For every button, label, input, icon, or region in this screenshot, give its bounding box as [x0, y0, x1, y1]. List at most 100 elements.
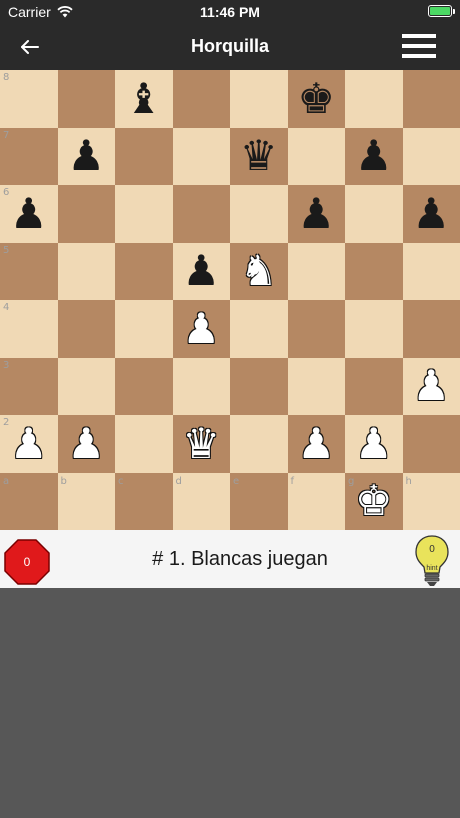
square-f5[interactable] [287, 242, 345, 300]
square-a3[interactable]: 3 [0, 357, 58, 415]
square-d2[interactable]: ♛ [172, 415, 231, 473]
rank-label: 8 [3, 72, 10, 83]
square-b4[interactable] [57, 300, 115, 358]
white-pawn-piece[interactable]: ♟ [173, 300, 231, 358]
square-h2[interactable] [402, 415, 460, 473]
white-king-piece[interactable]: ♚ [345, 473, 403, 531]
square-g6[interactable] [345, 185, 403, 243]
square-f8[interactable]: ♚ [287, 70, 346, 128]
white-queen-piece[interactable]: ♛ [173, 415, 231, 473]
square-h8[interactable] [402, 70, 460, 128]
black-pawn-piece[interactable]: ♟ [173, 243, 231, 301]
lightbulb-icon [415, 535, 449, 586]
square-a4[interactable]: 4 [0, 300, 58, 358]
square-a6[interactable]: 6 ♟ [0, 185, 58, 243]
square-d5[interactable]: ♟ [172, 242, 231, 301]
square-e6[interactable] [230, 185, 288, 243]
square-f4[interactable] [287, 300, 345, 358]
square-c7[interactable] [115, 127, 173, 185]
square-d3[interactable] [172, 357, 230, 415]
square-h3[interactable]: ♟ [402, 357, 460, 416]
square-b2[interactable]: ♟ [57, 415, 116, 473]
square-b8[interactable] [57, 70, 115, 128]
square-e5[interactable]: ♞ [230, 242, 288, 301]
black-pawn-piece[interactable]: ♟ [58, 128, 116, 186]
square-g7[interactable]: ♟ [345, 127, 403, 186]
white-pawn-piece[interactable]: ♟ [345, 415, 403, 473]
square-d8[interactable] [172, 70, 230, 128]
square-d7[interactable] [172, 127, 230, 185]
rank-label: 4 [3, 302, 10, 313]
hint-label: hint [426, 565, 438, 572]
rank-label: 3 [3, 359, 10, 371]
square-c1[interactable]: c [115, 472, 173, 530]
square-f7[interactable] [287, 127, 345, 185]
white-pawn-piece[interactable]: ♟ [288, 415, 346, 473]
white-knight-piece[interactable]: ♞ [230, 243, 288, 301]
white-pawn-piece[interactable]: ♟ [58, 415, 116, 473]
square-h5[interactable] [402, 242, 460, 300]
page-title: Horquilla [190, 36, 269, 56]
square-f3[interactable] [287, 357, 345, 415]
square-f1[interactable]: f [287, 472, 345, 530]
square-a1[interactable]: a [0, 472, 58, 530]
square-g3[interactable] [345, 357, 403, 415]
square-d4[interactable]: ♟ [172, 300, 231, 358]
square-h4[interactable] [402, 300, 460, 358]
square-b3[interactable] [57, 357, 115, 415]
square-h6[interactable]: ♟ [402, 185, 460, 243]
square-c5[interactable] [115, 242, 173, 300]
square-b6[interactable] [57, 185, 115, 243]
square-h1[interactable]: h [402, 472, 460, 530]
square-c8[interactable]: ♝ [115, 70, 173, 128]
white-pawn-piece[interactable]: ♟ [403, 358, 460, 416]
square-e4[interactable] [230, 300, 288, 358]
square-e3[interactable] [230, 357, 288, 415]
square-a2[interactable]: 2 ♟ [0, 415, 58, 473]
square-a7[interactable]: 7 [0, 127, 58, 185]
nav-bar: Horquilla [0, 24, 460, 70]
square-g1[interactable]: g ♚ [345, 472, 403, 531]
square-g5[interactable] [345, 242, 403, 300]
app-screen: Carrier 11:46 PM Horquilla 8 ♝ ♚ 7 ♟ ♛ ♟… [0, 0, 460, 818]
square-b5[interactable] [57, 242, 115, 300]
square-f2[interactable]: ♟ [287, 415, 346, 473]
square-e7[interactable]: ♛ [230, 127, 288, 186]
square-e8[interactable] [230, 70, 288, 128]
mistakes-counter[interactable]: 0 [4, 539, 50, 585]
black-pawn-piece[interactable]: ♟ [403, 185, 460, 243]
white-pawn-piece[interactable]: ♟ [0, 415, 58, 473]
square-g8[interactable] [345, 70, 403, 128]
black-pawn-piece[interactable]: ♟ [345, 128, 403, 186]
mistakes-count: 0 [23, 555, 31, 569]
black-pawn-piece[interactable]: ♟ [288, 185, 346, 243]
square-a8[interactable]: 8 [0, 70, 58, 128]
square-c2[interactable] [115, 415, 173, 473]
hint-count: 0 [429, 544, 435, 555]
file-label: b [60, 475, 67, 487]
square-c6[interactable] [115, 185, 173, 243]
square-e1[interactable]: e [230, 472, 288, 530]
battery-level [430, 7, 450, 15]
square-d1[interactable]: d [172, 472, 230, 530]
square-c3[interactable] [115, 357, 173, 415]
menu-button[interactable] [402, 34, 436, 60]
square-g2[interactable]: ♟ [345, 415, 403, 473]
black-king-piece[interactable]: ♚ [288, 70, 346, 128]
square-e2[interactable] [230, 415, 288, 473]
black-queen-piece[interactable]: ♛ [230, 128, 288, 186]
square-c4[interactable] [115, 300, 173, 358]
chess-board[interactable]: 8 ♝ ♚ 7 ♟ ♛ ♟ 6 ♟ ♟ ♟ 5 ♟ ♞ 4 ♟ 3 ♟ 2 ♟ ♟ ♛ ♟ ♟ a b c d e f g ♚ h [0, 70, 460, 530]
rank-label: 7 [3, 129, 10, 141]
square-a5[interactable]: 5 [0, 242, 58, 300]
square-f6[interactable]: ♟ [287, 185, 346, 243]
square-h7[interactable] [402, 127, 460, 185]
square-b7[interactable]: ♟ [57, 127, 116, 186]
hint-button[interactable]: 0 hint [414, 534, 450, 588]
puzzle-info-bar: 0 # 1. Blancas juegan 0 hint [0, 530, 460, 588]
square-d6[interactable] [172, 185, 230, 243]
square-b1[interactable]: b [57, 472, 115, 530]
black-bishop-piece[interactable]: ♝ [115, 70, 173, 128]
black-pawn-piece[interactable]: ♟ [0, 185, 58, 243]
square-g4[interactable] [345, 300, 403, 358]
